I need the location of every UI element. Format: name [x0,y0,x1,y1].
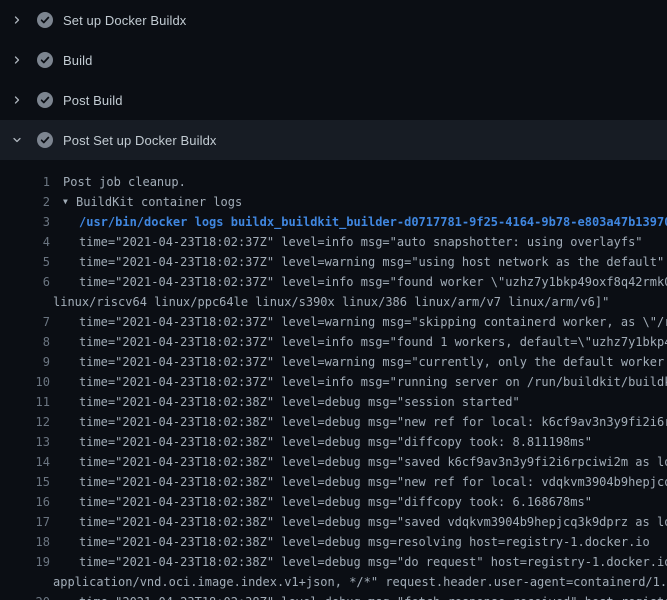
check-circle-icon [37,12,53,28]
log-line-text: time="2021-04-23T18:02:38Z" level=debug … [79,532,650,552]
step-label: Build [63,53,92,68]
steps-list: Set up Docker Buildx Build Post Buil [0,0,667,160]
group-collapse-triangle-icon[interactable]: ▼ [63,192,76,212]
log-line-number[interactable]: 6 [0,272,50,292]
step-row-0[interactable]: Set up Docker Buildx [0,0,667,40]
log-line-number[interactable]: 5 [0,252,50,272]
log-line-text: time="2021-04-23T18:02:37Z" level=warnin… [79,252,664,272]
log-line: 8 time="2021-04-23T18:02:37Z" level=info… [0,332,667,352]
log-line-number[interactable]: 1 [0,172,50,192]
actions-log-viewer: Set up Docker Buildx Build Post Buil [0,0,667,600]
chevron-right-icon[interactable] [10,93,24,107]
log-line: 10 time="2021-04-23T18:02:37Z" level=inf… [0,372,667,392]
step-row-2[interactable]: Post Build [0,80,667,120]
step-row-1[interactable]: Build [0,40,667,80]
log-line: 14 time="2021-04-23T18:02:38Z" level=deb… [0,452,667,472]
log-line-number[interactable]: 13 [0,432,50,452]
log-line: 11 time="2021-04-23T18:02:38Z" level=deb… [0,392,667,412]
log-line-number[interactable]: 8 [0,332,50,352]
check-circle-icon [37,92,53,108]
log-line-text: time="2021-04-23T18:02:37Z" level=warnin… [79,352,667,372]
log-line: 6 time="2021-04-23T18:02:37Z" level=info… [0,272,667,292]
log-line-text: ▼BuildKit container logs [63,192,242,212]
log-line-number[interactable]: 12 [0,412,50,432]
log-line: 2 ▼BuildKit container logs [0,192,667,212]
log-line-text: time="2021-04-23T18:02:38Z" level=debug … [79,552,667,572]
log-line-text: Post job cleanup. [63,172,186,192]
log-line-text: time="2021-04-23T18:02:37Z" level=info m… [79,272,667,292]
log-line: 13 time="2021-04-23T18:02:38Z" level=deb… [0,432,667,452]
log-line-number[interactable]: 14 [0,452,50,472]
check-circle-icon [37,52,53,68]
log-line: 12 time="2021-04-23T18:02:38Z" level=deb… [0,412,667,432]
log-line-text: application/vnd.oci.image.index.v1+json,… [53,572,667,592]
log-line-number[interactable]: 3 [0,212,50,232]
log-line: 15 time="2021-04-23T18:02:38Z" level=deb… [0,472,667,492]
log-line-number[interactable]: 10 [0,372,50,392]
check-circle-icon [37,132,53,148]
group-label[interactable]: BuildKit container logs [76,195,242,209]
log-line-text: time="2021-04-23T18:02:37Z" level=info m… [79,372,667,392]
log-line: 17 time="2021-04-23T18:02:38Z" level=deb… [0,512,667,532]
log-line-text: time="2021-04-23T18:02:38Z" level=debug … [79,392,520,412]
log-line-number[interactable] [0,572,50,592]
log-line-text: time="2021-04-23T18:02:37Z" level=warnin… [79,312,667,332]
chevron-down-icon[interactable] [10,133,24,147]
log-line-number[interactable]: 11 [0,392,50,412]
log-line-number[interactable] [0,292,50,312]
step-row-3[interactable]: Post Set up Docker Buildx [0,120,667,160]
log-line-text: /usr/bin/docker logs buildx_buildkit_bui… [79,212,667,232]
log-line-number[interactable]: 20 [0,592,50,600]
log-line: linux/riscv64 linux/ppc64le linux/s390x … [0,292,667,312]
log-line-number[interactable]: 18 [0,532,50,552]
log-line-text: time="2021-04-23T18:02:38Z" level=debug … [79,432,592,452]
log-line-text: time="2021-04-23T18:02:38Z" level=debug … [79,512,667,532]
log-line: 20 time="2021-04-23T18:02:38Z" level=deb… [0,592,667,600]
log-line: 9 time="2021-04-23T18:02:37Z" level=warn… [0,352,667,372]
log-line-text: time="2021-04-23T18:02:38Z" level=debug … [79,472,667,492]
log-line-number[interactable]: 16 [0,492,50,512]
chevron-right-icon[interactable] [10,13,24,27]
step-label: Post Set up Docker Buildx [63,133,217,148]
step-label: Set up Docker Buildx [63,13,186,28]
log-line-number[interactable]: 19 [0,552,50,572]
log-line-text: time="2021-04-23T18:02:38Z" level=debug … [79,412,667,432]
log-line-text: time="2021-04-23T18:02:38Z" level=debug … [79,492,592,512]
log-line: 3 /usr/bin/docker logs buildx_buildkit_b… [0,212,667,232]
log-area: 1 Post job cleanup. 2 ▼BuildKit containe… [0,160,667,600]
log-line-number[interactable]: 9 [0,352,50,372]
log-line-text: linux/riscv64 linux/ppc64le linux/s390x … [53,292,609,312]
log-line: 16 time="2021-04-23T18:02:38Z" level=deb… [0,492,667,512]
log-line-text: time="2021-04-23T18:02:38Z" level=debug … [79,452,667,472]
log-line: 7 time="2021-04-23T18:02:37Z" level=warn… [0,312,667,332]
log-line: 19 time="2021-04-23T18:02:38Z" level=deb… [0,552,667,572]
log-line-text: time="2021-04-23T18:02:37Z" level=info m… [79,332,667,352]
log-line: 1 Post job cleanup. [0,172,667,192]
log-line-number[interactable]: 15 [0,472,50,492]
step-label: Post Build [63,93,123,108]
log-line-number[interactable]: 2 [0,192,50,212]
chevron-right-icon[interactable] [10,53,24,67]
log-line-number[interactable]: 4 [0,232,50,252]
log-line: 5 time="2021-04-23T18:02:37Z" level=warn… [0,252,667,272]
log-line-number[interactable]: 7 [0,312,50,332]
log-line: 4 time="2021-04-23T18:02:37Z" level=info… [0,232,667,252]
log-line-number[interactable]: 17 [0,512,50,532]
log-line: application/vnd.oci.image.index.v1+json,… [0,572,667,592]
log-line-text: time="2021-04-23T18:02:38Z" level=debug … [79,592,667,600]
log-line-text: time="2021-04-23T18:02:37Z" level=info m… [79,232,643,252]
log-line: 18 time="2021-04-23T18:02:38Z" level=deb… [0,532,667,552]
